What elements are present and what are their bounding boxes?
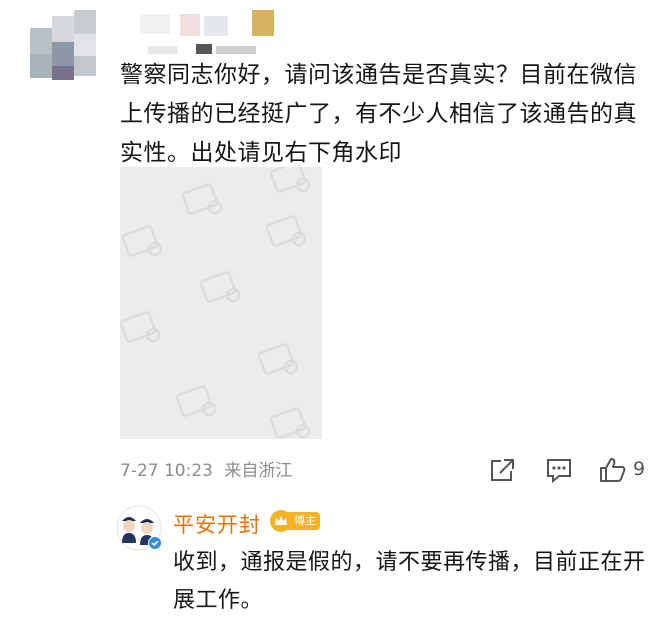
image-placeholder-icon xyxy=(182,183,223,215)
like-count: 9 xyxy=(633,458,646,480)
image-placeholder-icon xyxy=(266,215,307,247)
image-placeholder-icon xyxy=(270,167,311,193)
author-badge: 博主 xyxy=(270,509,324,533)
comment-image[interactable] xyxy=(120,167,322,439)
comment-date: 7-27 10:23 xyxy=(120,461,213,481)
share-icon[interactable] xyxy=(487,456,517,484)
commenter-name-blurred[interactable] xyxy=(140,8,290,56)
comment-location: 来自浙江 xyxy=(224,461,293,481)
image-placeholder-icon xyxy=(258,343,299,375)
image-placeholder-icon xyxy=(200,271,241,303)
reply-body: 收到，通报是假的，请不要再传播，目前正在开展工作。 xyxy=(173,550,646,613)
thumbs-up-icon[interactable] xyxy=(598,456,628,484)
comment-icon[interactable] xyxy=(544,456,574,484)
image-placeholder-icon xyxy=(120,311,161,343)
image-placeholder-icon xyxy=(270,407,311,439)
comment-body: 警察同志你好，请问该通告是否真实？目前在微信上传播的已经挺广了，有不少人相信了该… xyxy=(120,62,637,166)
image-placeholder-icon xyxy=(176,385,217,417)
verified-badge-icon xyxy=(148,536,162,550)
commenter-avatar[interactable] xyxy=(26,10,102,82)
image-placeholder-icon xyxy=(122,225,163,257)
crown-icon xyxy=(270,510,292,532)
comment-meta: 7-27 10:23 来自浙江 xyxy=(120,456,298,481)
reply-author[interactable]: 平安开封 xyxy=(173,509,261,539)
